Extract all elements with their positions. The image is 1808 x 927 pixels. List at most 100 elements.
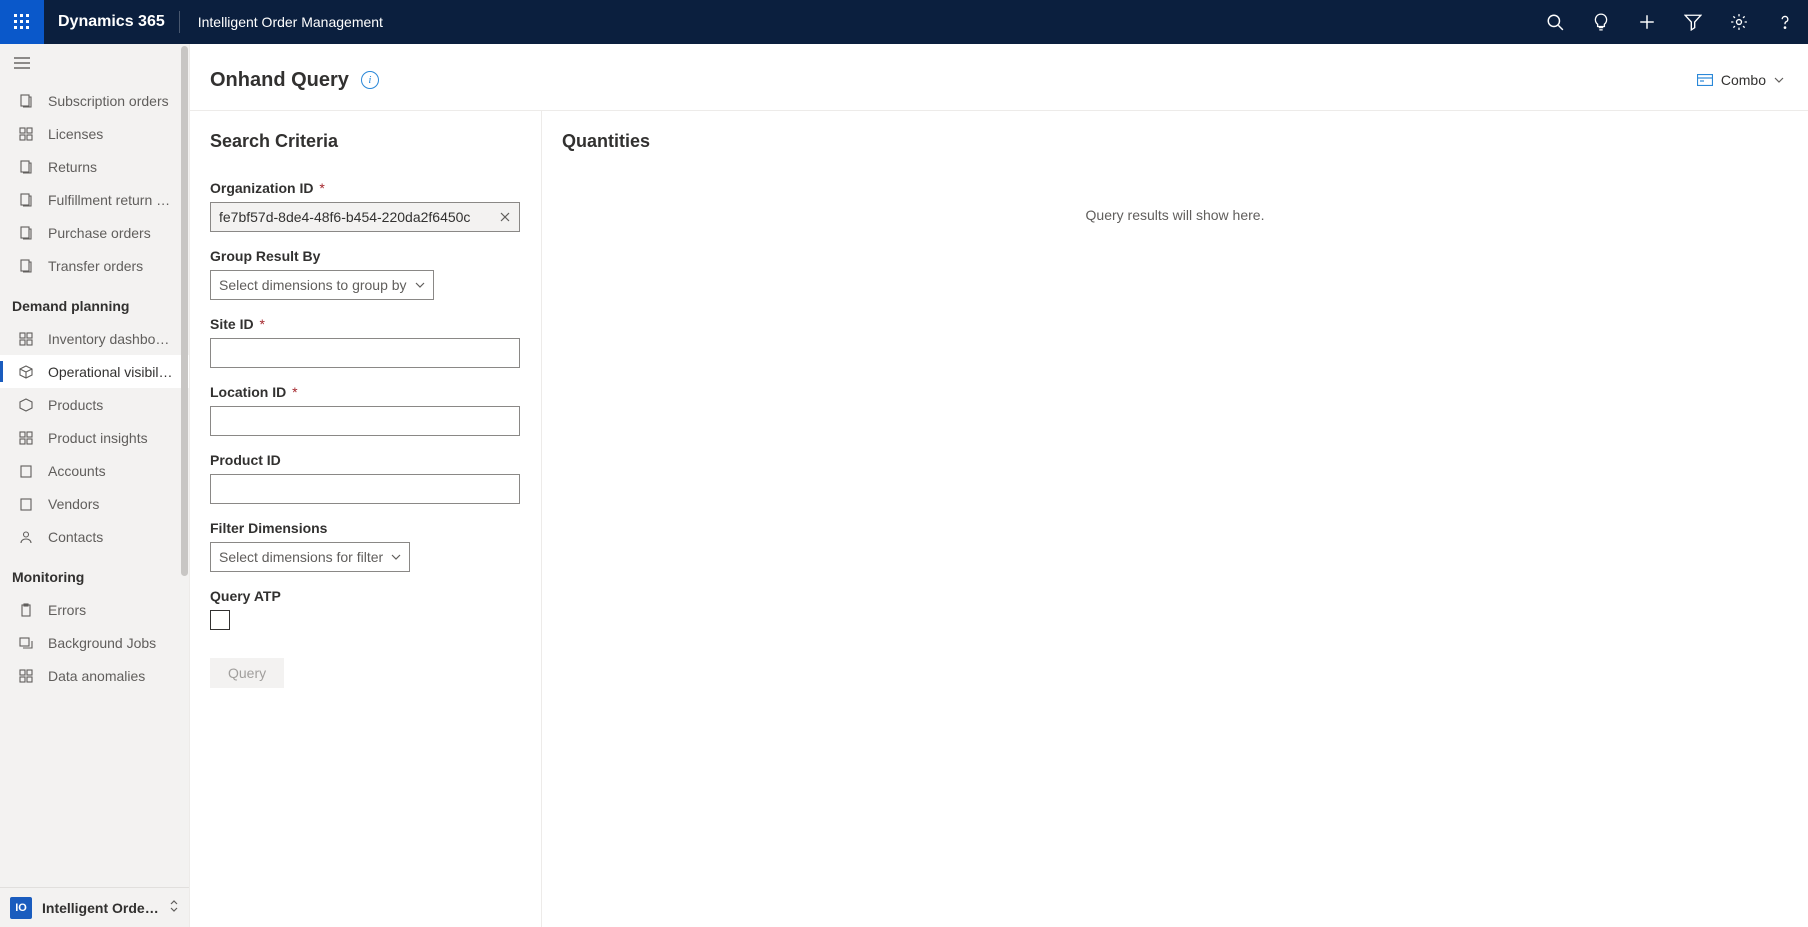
sidebar-item-label: Vendors [48, 496, 99, 512]
sidebar-item-accounts[interactable]: Accounts [0, 454, 189, 487]
add-button[interactable] [1624, 0, 1670, 44]
filter-dimensions-dropdown[interactable]: Select dimensions for filter [210, 542, 410, 572]
filter-dimensions-label: Filter Dimensions [210, 520, 521, 536]
sidebar-item-fulfillment-return[interactable]: Fulfillment return … [0, 183, 189, 216]
ideas-button[interactable] [1578, 0, 1624, 44]
sidebar-item-label: Subscription orders [48, 93, 169, 109]
document-icon [18, 93, 34, 109]
quantities-title: Quantities [562, 131, 1788, 152]
clipboard-icon [18, 602, 34, 618]
sidebar-item-background-jobs[interactable]: Background Jobs [0, 626, 189, 659]
cube-icon [18, 397, 34, 413]
location-id-input[interactable] [210, 406, 520, 436]
sidebar-item-label: Fulfillment return … [48, 192, 170, 208]
app-switcher[interactable]: IO Intelligent Order … [0, 887, 189, 927]
hamburger-icon [14, 57, 30, 69]
main-content: Onhand Query i Combo Search Criteria Org… [190, 44, 1808, 927]
group-result-dropdown[interactable]: Select dimensions to group by [210, 270, 434, 300]
grid-icon [18, 331, 34, 347]
search-icon [1546, 13, 1564, 31]
org-id-input[interactable] [210, 202, 520, 232]
sidebar-item-product-insights[interactable]: Product insights [0, 421, 189, 454]
sidebar-item-returns[interactable]: Returns [0, 150, 189, 183]
lightbulb-icon [1592, 13, 1610, 31]
clear-org-id-button[interactable] [496, 208, 514, 226]
sidebar-item-purchase-orders[interactable]: Purchase orders [0, 216, 189, 249]
nav-group-demand-planning: Demand planning [0, 282, 189, 322]
grid-icon [18, 430, 34, 446]
search-criteria-panel: Search Criteria Organization ID * Group … [190, 111, 542, 927]
sidebar-item-subscription-orders[interactable]: Subscription orders [0, 84, 189, 117]
document-icon [18, 225, 34, 241]
brand-name[interactable]: Dynamics 365 [44, 11, 180, 33]
search-criteria-title: Search Criteria [210, 131, 521, 152]
sidebar-item-label: Accounts [48, 463, 106, 479]
help-button[interactable] [1762, 0, 1808, 44]
query-atp-label: Query ATP [210, 588, 521, 604]
person-icon [18, 529, 34, 545]
gear-icon [1730, 13, 1748, 31]
dropdown-placeholder: Select dimensions to group by [219, 277, 407, 293]
app-chip: IO [10, 897, 32, 919]
settings-button[interactable] [1716, 0, 1762, 44]
waffle-icon [14, 14, 30, 30]
nav-collapse-button[interactable] [14, 56, 30, 72]
chevron-updown-icon [169, 899, 179, 916]
nav-group-monitoring: Monitoring [0, 553, 189, 593]
document-icon [18, 192, 34, 208]
form-icon [1697, 74, 1713, 86]
sidebar-item-label: Inventory dashbo… [48, 331, 169, 347]
app-switcher-label: Intelligent Order … [42, 900, 159, 916]
building-icon [18, 463, 34, 479]
site-id-label: Site ID * [210, 316, 521, 332]
group-result-label: Group Result By [210, 248, 521, 264]
sidebar-item-inventory-dashboard[interactable]: Inventory dashbo… [0, 322, 189, 355]
sidebar: Subscription orders Licenses Returns Ful… [0, 44, 190, 927]
view-combo-dropdown[interactable]: Combo [1693, 68, 1788, 92]
sidebar-item-label: Licenses [48, 126, 103, 142]
plus-icon [1638, 13, 1656, 31]
product-id-input[interactable] [210, 474, 520, 504]
document-icon [18, 258, 34, 274]
sidebar-scrollbar[interactable] [181, 46, 188, 576]
document-icon [18, 159, 34, 175]
org-id-label: Organization ID * [210, 180, 521, 196]
sidebar-item-operational-visibility[interactable]: Operational visibil… [0, 355, 189, 388]
sidebar-item-label: Products [48, 397, 103, 413]
search-button[interactable] [1532, 0, 1578, 44]
location-id-label: Location ID * [210, 384, 521, 400]
info-badge[interactable]: i [361, 71, 379, 89]
sidebar-item-contacts[interactable]: Contacts [0, 520, 189, 553]
chevron-down-icon [415, 282, 425, 288]
app-name: Intelligent Order Management [180, 14, 383, 30]
grid-icon [18, 126, 34, 142]
sidebar-item-label: Background Jobs [48, 635, 156, 651]
sidebar-item-vendors[interactable]: Vendors [0, 487, 189, 520]
question-icon [1776, 13, 1794, 31]
sidebar-item-label: Errors [48, 602, 86, 618]
grid-icon [18, 668, 34, 684]
sidebar-item-licenses[interactable]: Licenses [0, 117, 189, 150]
quantities-panel: Quantities Query results will show here. [542, 111, 1808, 927]
sidebar-item-data-anomalies[interactable]: Data anomalies [0, 659, 189, 692]
site-id-input[interactable] [210, 338, 520, 368]
page-title: Onhand Query [210, 69, 349, 92]
chevron-down-icon [391, 554, 401, 560]
sidebar-item-errors[interactable]: Errors [0, 593, 189, 626]
filter-button[interactable] [1670, 0, 1716, 44]
sidebar-item-label: Data anomalies [48, 668, 145, 684]
close-icon [500, 212, 510, 222]
chevron-down-icon [1774, 77, 1784, 83]
sidebar-item-label: Returns [48, 159, 97, 175]
page-header: Onhand Query i Combo [190, 44, 1808, 111]
app-launcher-waffle[interactable] [0, 0, 44, 44]
quantities-empty-text: Query results will show here. [542, 207, 1808, 223]
query-button[interactable]: Query [210, 658, 284, 688]
sidebar-item-transfer-orders[interactable]: Transfer orders [0, 249, 189, 282]
sidebar-item-label: Transfer orders [48, 258, 143, 274]
cube-icon [18, 364, 34, 380]
sidebar-item-products[interactable]: Products [0, 388, 189, 421]
query-atp-checkbox[interactable] [210, 610, 230, 630]
funnel-icon [1684, 13, 1702, 31]
sidebar-item-label: Contacts [48, 529, 103, 545]
